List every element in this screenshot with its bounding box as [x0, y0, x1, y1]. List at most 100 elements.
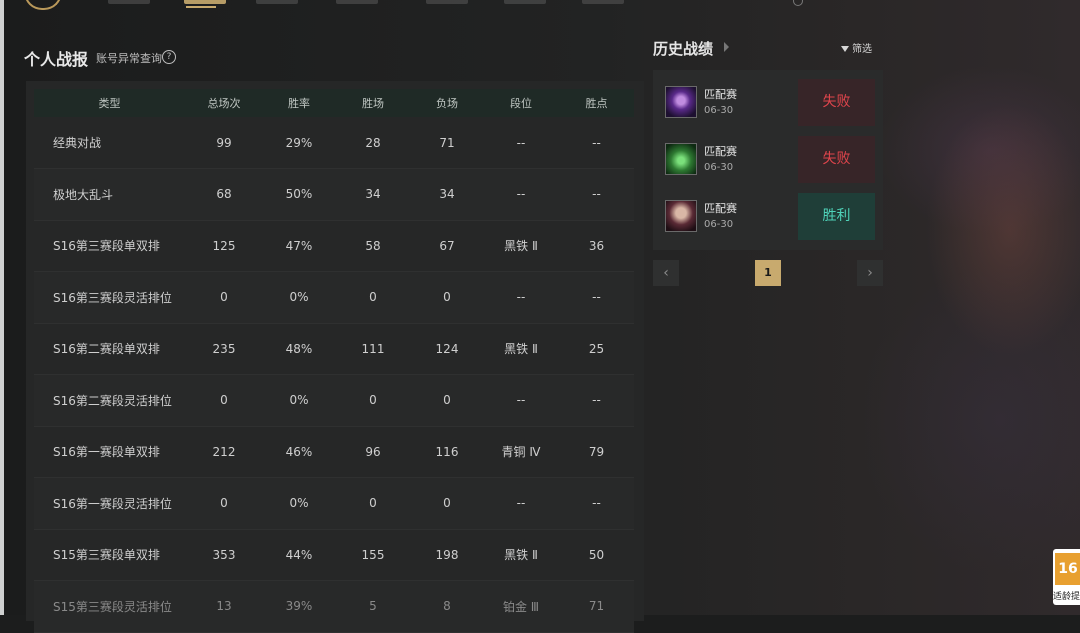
cell-rank: --	[483, 117, 559, 169]
account-check-link[interactable]: 账号异常查询	[96, 50, 162, 66]
column-header-lp: 胜点	[585, 97, 608, 110]
history-title[interactable]: 历史战绩	[653, 38, 713, 59]
nav-item-7[interactable]	[582, 0, 624, 4]
cell-wins: 96	[335, 426, 411, 478]
filter-label: 筛选	[852, 44, 872, 55]
cell-type: S16第一赛段灵活排位	[34, 477, 185, 530]
cell-total: 99	[185, 117, 263, 169]
nav-item-5[interactable]	[426, 0, 468, 4]
cell-losses: 71	[411, 117, 483, 169]
nav-item-1[interactable]	[108, 0, 150, 4]
cell-type: S16第二赛段单双排	[34, 323, 185, 375]
cell-total: 0	[185, 374, 263, 427]
cell-type: S15第三赛段灵活排位	[34, 580, 185, 633]
cell-wins: 58	[335, 220, 411, 272]
champion-avatar	[665, 200, 697, 232]
cell-lp: --	[559, 168, 634, 221]
cell-type: 极地大乱斗	[34, 168, 185, 221]
filter-icon	[841, 46, 849, 52]
cell-losses: 116	[411, 426, 483, 478]
cell-type: 经典对战	[34, 117, 185, 169]
cell-losses: 67	[411, 220, 483, 272]
stats-table: 类型 总场次 胜率 胜场 负场 段位 胜点 经典对战 99 29% 28 71 -- -- 极…	[34, 89, 634, 633]
table-row: S16第一赛段单双排 212 46% 96 116 青铜 Ⅳ 79	[34, 426, 634, 478]
match-item[interactable]: 匹配赛 06-30 失败	[663, 78, 875, 128]
table-row: 极地大乱斗 68 50% 34 34 -- --	[34, 168, 634, 221]
cell-total: 13	[185, 580, 263, 633]
nav-item-2-active[interactable]	[184, 0, 226, 4]
table-row: S16第一赛段灵活排位 0 0% 0 0 -- --	[34, 477, 634, 530]
nav-item-6[interactable]	[504, 0, 546, 4]
table-row: S16第二赛段灵活排位 0 0% 0 0 -- --	[34, 374, 634, 427]
column-header-rank: 段位	[510, 97, 532, 110]
cell-rank: 铂金 Ⅲ	[483, 580, 559, 633]
match-mode: 匹配赛	[704, 145, 737, 158]
cell-losses: 34	[411, 168, 483, 221]
top-navigation	[0, 0, 1080, 10]
table-row: S15第三赛段单双排 353 44% 155 198 黑铁 Ⅱ 50	[34, 529, 634, 581]
table-header-row: 类型 总场次 胜率 胜场 负场 段位 胜点	[34, 89, 634, 117]
match-date: 06-30	[704, 219, 734, 230]
cell-losses: 8	[411, 580, 483, 633]
nav-item-4[interactable]	[336, 0, 378, 4]
match-date: 06-30	[704, 105, 734, 116]
chevron-right-icon[interactable]	[724, 42, 729, 52]
cell-type: S16第三赛段单双排	[34, 220, 185, 272]
cell-winrate: 29%	[263, 117, 335, 169]
cell-rank: 黑铁 Ⅱ	[483, 323, 559, 375]
column-header-wins: 胜场	[362, 97, 384, 110]
cell-lp: 50	[559, 529, 634, 581]
match-mode: 匹配赛	[704, 202, 737, 215]
question-circle-icon[interactable]: ?	[162, 50, 176, 64]
cell-rank: 青铜 Ⅳ	[483, 426, 559, 478]
age-rating-number: 16	[1055, 553, 1080, 585]
cell-losses: 0	[411, 477, 483, 530]
cell-wins: 28	[335, 117, 411, 169]
cell-wins: 0	[335, 374, 411, 427]
cell-type: S16第三赛段灵活排位	[34, 271, 185, 324]
cell-total: 212	[185, 426, 263, 478]
cell-winrate: 48%	[263, 323, 335, 375]
cell-type: S15第三赛段单双排	[34, 529, 185, 581]
cell-wins: 0	[335, 477, 411, 530]
cell-rank: 黑铁 Ⅱ	[483, 529, 559, 581]
prev-page-button[interactable]: ‹	[653, 260, 679, 286]
match-result: 失败	[798, 136, 875, 183]
next-page-button[interactable]: ›	[857, 260, 883, 286]
cell-losses: 0	[411, 271, 483, 324]
search-icon[interactable]	[793, 0, 803, 6]
match-history-list: 匹配赛 06-30 失败 匹配赛 06-30 失败 匹配赛 06-30 胜利	[653, 70, 883, 250]
cell-losses: 0	[411, 374, 483, 427]
match-result: 失败	[798, 79, 875, 126]
cell-rank: --	[483, 374, 559, 427]
cell-losses: 198	[411, 529, 483, 581]
match-mode: 匹配赛	[704, 88, 737, 101]
cell-winrate: 47%	[263, 220, 335, 272]
match-result: 胜利	[798, 193, 875, 240]
cell-wins: 5	[335, 580, 411, 633]
cell-rank: 黑铁 Ⅱ	[483, 220, 559, 272]
cell-total: 235	[185, 323, 263, 375]
cell-type: S16第二赛段灵活排位	[34, 374, 185, 427]
age-rating-badge: 16 适龄提	[1053, 549, 1080, 605]
cell-wins: 0	[335, 271, 411, 324]
table-row: S15第三赛段灵活排位 13 39% 5 8 铂金 Ⅲ 71	[34, 580, 634, 633]
table-row: S16第三赛段单双排 125 47% 58 67 黑铁 Ⅱ 36	[34, 220, 634, 272]
page-number-button[interactable]: 1	[755, 260, 781, 286]
cell-wins: 34	[335, 168, 411, 221]
cell-total: 353	[185, 529, 263, 581]
column-header-losses: 负场	[436, 97, 458, 110]
table-row: 经典对战 99 29% 28 71 -- --	[34, 117, 634, 169]
cell-lp: --	[559, 271, 634, 324]
champion-avatar	[665, 143, 697, 175]
table-row: S16第二赛段单双排 235 48% 111 124 黑铁 Ⅱ 25	[34, 323, 634, 375]
nav-active-underline	[186, 6, 216, 8]
match-date: 06-30	[704, 162, 734, 173]
filter-button[interactable]: 筛选	[841, 40, 872, 55]
cell-losses: 124	[411, 323, 483, 375]
nav-item-3[interactable]	[256, 0, 298, 4]
match-item[interactable]: 匹配赛 06-30 失败	[663, 135, 875, 185]
match-item[interactable]: 匹配赛 06-30 胜利	[663, 192, 875, 242]
cell-lp: --	[559, 374, 634, 427]
cell-winrate: 50%	[263, 168, 335, 221]
